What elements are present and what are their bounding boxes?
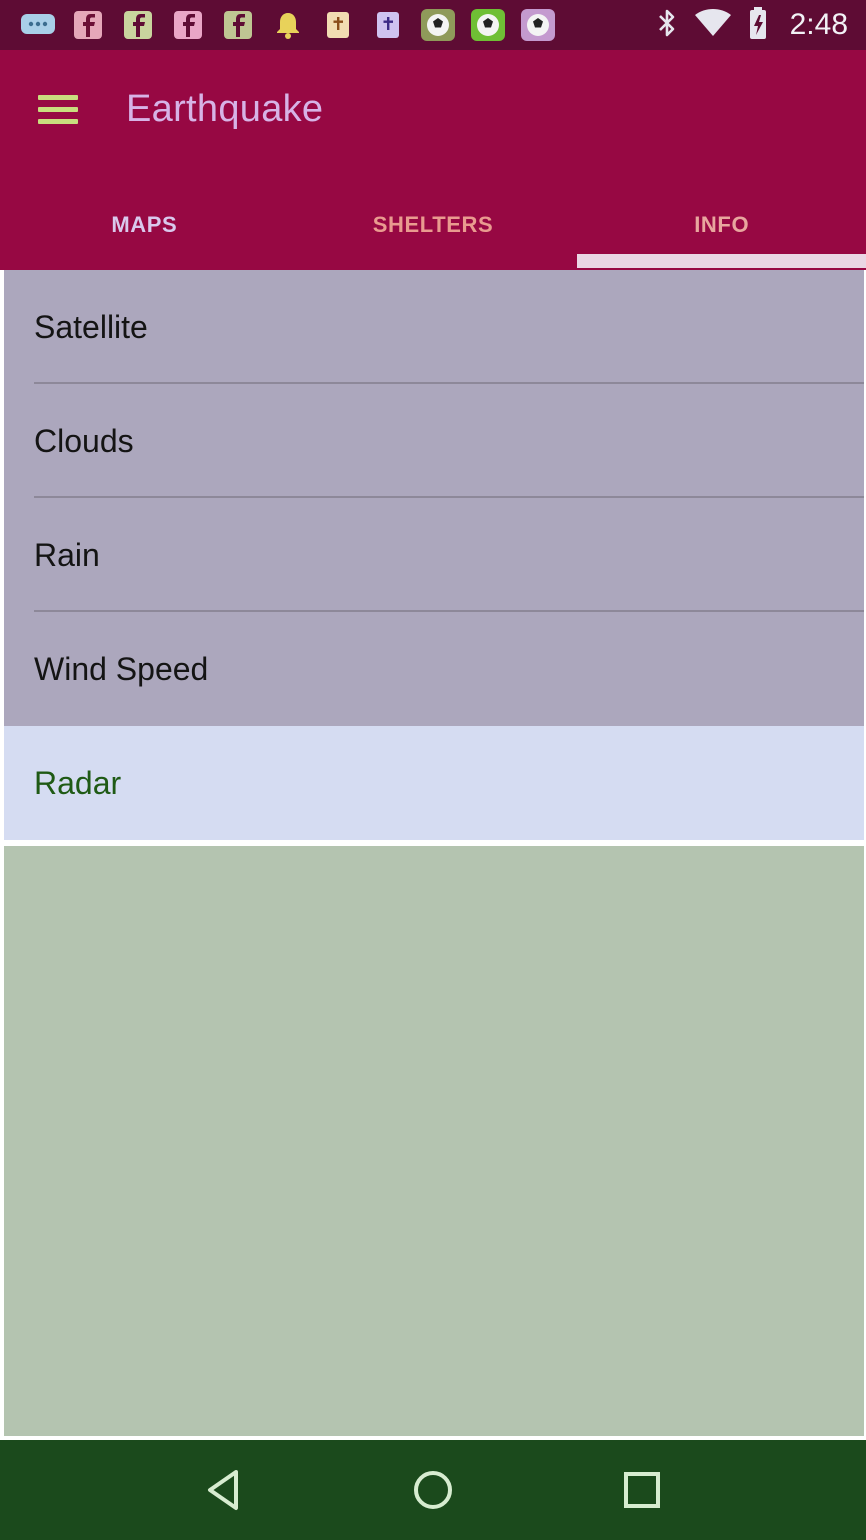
screen: 2:48 Earthquake MAPS SHELTERS INFO Satel… [0, 0, 866, 1540]
app-bar: Earthquake MAPS SHELTERS INFO [0, 50, 866, 270]
tab-info-label: INFO [694, 212, 750, 237]
status-bar: 2:48 [0, 0, 866, 50]
chat-bubble-icon [20, 9, 56, 41]
soccer-ball-icon [470, 9, 506, 41]
content-area [4, 846, 864, 1436]
list-item-satellite[interactable]: Satellite [4, 270, 864, 384]
navigation-bar [0, 1440, 866, 1540]
recents-icon[interactable] [602, 1450, 682, 1530]
list-item-label: Rain [34, 536, 100, 573]
bible-icon [320, 9, 356, 41]
list-item-radar[interactable]: Radar [4, 726, 864, 840]
hamburger-menu-icon[interactable] [28, 84, 88, 134]
soccer-ball-icon [420, 9, 456, 41]
back-icon[interactable] [184, 1450, 264, 1530]
tab-selected-indicator [577, 254, 866, 268]
tab-maps-label: MAPS [111, 212, 178, 237]
tab-shelters-label: SHELTERS [372, 212, 494, 237]
facebook-icon [70, 9, 106, 41]
list-item-label: Clouds [34, 422, 134, 459]
battery-icon [748, 6, 768, 45]
list-item-wind-speed[interactable]: Wind Speed [4, 612, 864, 726]
tab-info[interactable]: INFO [577, 180, 866, 270]
list-item-label: Radar [34, 764, 122, 801]
soccer-ball-icon [520, 9, 556, 41]
bluetooth-icon [656, 7, 678, 44]
facebook-icon [220, 9, 256, 41]
list-item-clouds[interactable]: Clouds [4, 384, 864, 498]
notification-icons [20, 9, 556, 41]
system-icons: 2:48 [656, 6, 848, 45]
map-type-list: Satellite Clouds Rain Wind Speed Radar [4, 270, 864, 840]
facebook-icon [170, 9, 206, 41]
bell-icon [270, 9, 306, 41]
tab-shelters[interactable]: SHELTERS [289, 180, 578, 270]
list-item-label: Wind Speed [34, 650, 209, 687]
bible-icon [370, 9, 406, 41]
app-title: Earthquake [126, 88, 324, 130]
home-icon[interactable] [393, 1450, 473, 1530]
status-time: 2:48 [789, 8, 848, 41]
tab-maps[interactable]: MAPS [0, 180, 289, 270]
list-item-rain[interactable]: Rain [4, 498, 864, 612]
tab-bar: MAPS SHELTERS INFO [0, 180, 866, 270]
list-item-label: Satellite [34, 308, 148, 345]
facebook-icon [120, 9, 156, 41]
wifi-icon [694, 8, 732, 43]
